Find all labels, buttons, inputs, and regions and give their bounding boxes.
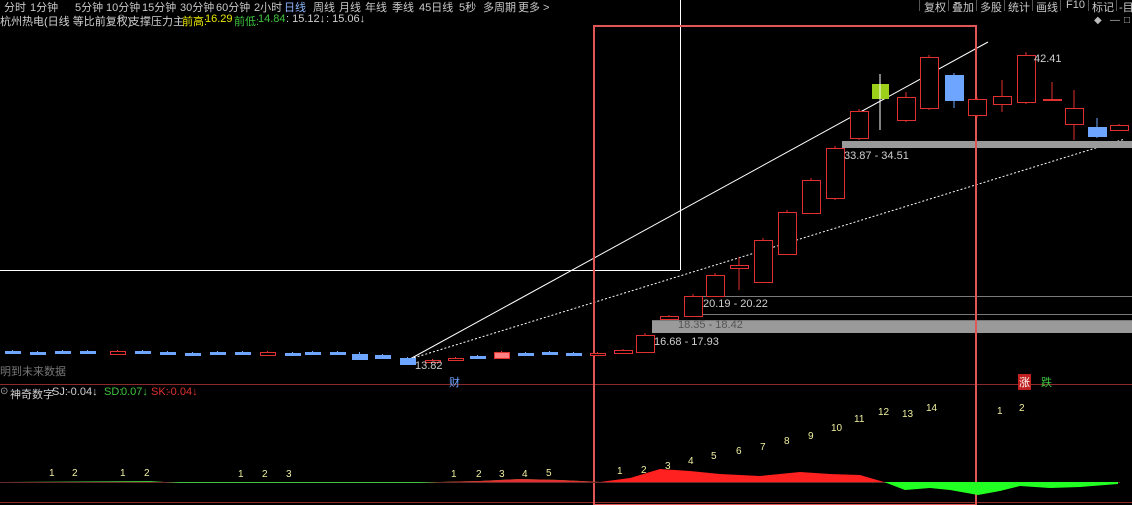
candle-body [110,351,126,355]
candle-body [260,352,276,356]
candle-body [494,352,510,359]
count-number: 4 [688,456,694,467]
count-number: 1 [617,466,623,477]
highlight-box [593,25,977,505]
candle-body [285,353,301,356]
count-number: 9 [808,431,814,442]
candle-body [897,97,916,121]
osc-green-right [884,482,1118,495]
count-number: 6 [736,446,742,457]
count-number: 1 [49,468,55,479]
count-number: 7 [760,442,766,453]
sj-label: SJ: [52,386,68,398]
count-number: 3 [286,469,292,480]
candle-body [1017,55,1036,103]
candle-body [160,352,176,355]
candle-body [590,353,606,356]
candle-body [518,353,534,356]
candle-body [730,265,749,269]
count-number: 1 [997,406,1003,417]
candle-body [80,351,96,354]
candle-body [660,316,679,320]
count-number: 2 [144,468,150,479]
count-number: 1 [238,469,244,480]
count-number: 11 [854,414,865,425]
count-number: 3 [499,469,505,480]
candle-body [30,352,46,355]
count-number: 13 [902,409,914,420]
candle-body [448,358,464,361]
candle-body [993,96,1012,105]
candle-body [566,353,582,356]
fall-badge[interactable]: 跌 [1041,374,1052,390]
high-price-label: 42.41 [1034,53,1062,65]
oscillator [0,469,1120,495]
count-number: 2 [641,465,647,476]
candle-body [802,180,821,214]
candle-body [636,335,655,353]
candle-body [945,75,964,101]
count-number: 3 [665,461,671,472]
candle-body [706,275,725,297]
candle-body [778,212,797,255]
candle-body [850,111,869,139]
candle-body [135,351,151,354]
candle-body [330,352,346,355]
count-number: 8 [784,436,790,447]
candle-body [1110,125,1129,131]
count-number: 4 [522,469,528,480]
candle-body [210,352,226,355]
indicator-dropdown-icon[interactable]: ⊙ [0,386,8,397]
count-number: 1 [120,468,126,479]
zone4-label: 33.87 - 34.51 [844,150,909,162]
candle-body [55,351,71,354]
candle-body [968,99,987,116]
candle-body [185,353,201,356]
zone1-label: 16.68 - 17.93 [654,336,719,348]
candles [5,52,1129,365]
zone3-label: 20.19 - 20.22 [703,298,768,310]
count-number: 14 [926,403,938,414]
candle-body [542,352,558,355]
sd-value: 0.07↓ [121,386,148,398]
candle-body [235,352,251,355]
count-number: 1 [451,469,457,480]
candle-body [375,355,391,359]
sj-value: -0.04↓ [67,386,98,398]
candle-body [1065,108,1084,125]
rise-badge[interactable]: 涨 [1018,374,1031,390]
count-number: 12 [878,407,890,418]
sk-value: -0.04↓ [167,386,198,398]
count-number: 5 [711,451,717,462]
candle-body [400,358,416,365]
candle-body [352,354,368,360]
zone2-label: 18.35 - 18.42 [678,319,743,331]
candle-body [305,352,321,355]
kline-chart[interactable] [0,0,1132,505]
candle-body [1043,99,1062,101]
candle-body [826,148,845,199]
sd-label: SD: [104,386,123,398]
count-number: 2 [72,468,78,479]
count-number: 2 [262,469,268,480]
candle-body [920,57,939,109]
count-number: 2 [1019,403,1025,414]
count-number: 10 [831,423,843,434]
earnings-badge[interactable]: 财 [449,374,460,390]
low-price-label: 13.82 [415,360,443,372]
candle-body [5,351,21,354]
no-future-data-text: 明到未来数据 [0,366,66,378]
candle-body [470,356,486,359]
candle-body [684,296,703,317]
osc-red-left [440,479,600,482]
candle-body [614,350,633,354]
zone4-band [842,141,1132,148]
count-number: 2 [476,469,482,480]
count-number: 5 [546,468,552,479]
indicator-title[interactable]: 神奇数字 [10,386,54,402]
candle-body [1088,127,1107,137]
candle-body [754,240,773,283]
